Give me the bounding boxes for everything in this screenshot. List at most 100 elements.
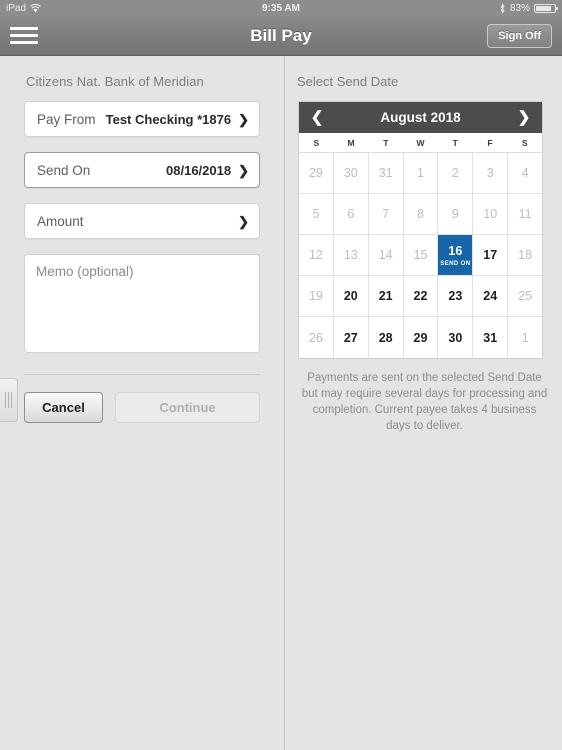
send-on-row[interactable]: Send On 08/16/2018 ❯ xyxy=(24,152,260,188)
form-actions: Cancel Continue xyxy=(0,375,284,423)
calendar-month-label: August 2018 xyxy=(380,110,461,125)
calendar-header: ❮ August 2018 ❯ xyxy=(299,102,542,133)
calendar-day-25: 25 xyxy=(508,276,543,317)
calendar-day-number: 20 xyxy=(343,289,358,303)
pay-from-value: Test Checking *1876 xyxy=(105,111,232,127)
status-bar-left: iPad xyxy=(6,3,41,14)
chevron-left-icon[interactable]: ❮ xyxy=(310,110,324,125)
calendar-day-number: 6 xyxy=(347,207,355,221)
sign-off-button[interactable]: Sign Off xyxy=(487,23,552,48)
calendar-day-number: 13 xyxy=(343,248,358,262)
calendar-day-number: 19 xyxy=(308,289,323,303)
calendar-day-31[interactable]: 31 xyxy=(473,317,509,358)
calendar-day-number: 25 xyxy=(518,289,533,303)
calendar-day-1: 1 xyxy=(508,317,543,358)
chevron-right-icon: ❯ xyxy=(238,162,249,178)
calendar-day-22[interactable]: 22 xyxy=(403,276,439,317)
calendar-day-9: 9 xyxy=(438,194,474,235)
calendar-day-number: 31 xyxy=(483,330,498,345)
calendar-day-number: 7 xyxy=(382,207,390,221)
calendar-day-number: 30 xyxy=(343,166,358,180)
chevron-right-icon: ❯ xyxy=(238,213,249,229)
page-title: Bill Pay xyxy=(250,25,312,45)
calendar-day-23[interactable]: 23 xyxy=(438,276,474,317)
send-on-tag: SEND ON xyxy=(440,260,471,267)
calendar-grid: 29 30 31 1 2 3 4 5 6 7 8 9 10 11 12 13 14 15 16 SEND ON 17 18… xyxy=(299,153,543,358)
battery-icon xyxy=(534,3,558,13)
calendar-day-20[interactable]: 20 xyxy=(333,276,369,317)
app-screen: iPad 9:35 AM 83% Bill Pay Sign Off Citiz… xyxy=(0,0,562,750)
calendar-day-number: 18 xyxy=(518,248,533,262)
calendar-day-2: 2 xyxy=(438,153,474,194)
calendar-week-row: 12 13 14 15 16 SEND ON 17 18 xyxy=(299,235,543,276)
calendar-day-number: 29 xyxy=(308,166,323,180)
calendar-day-number: 31 xyxy=(378,166,393,180)
calendar-week-row: 19 20 21 22 23 24 25 xyxy=(299,276,543,317)
bank-name-label: Citizens Nat. Bank of Meridian xyxy=(26,74,204,89)
calendar-note: Payments are sent on the selected Send D… xyxy=(301,372,548,432)
calendar-week-row: 26 27 28 29 30 31 1 xyxy=(299,317,543,358)
calendar-day-number: 11 xyxy=(518,207,532,221)
weekday-header-0: S xyxy=(313,138,320,148)
continue-button[interactable]: Continue xyxy=(115,392,260,423)
calendar-week-row: 5 6 7 8 9 10 11 xyxy=(299,194,543,235)
calendar-day-31: 31 xyxy=(368,153,404,194)
payment-form-panel: Citizens Nat. Bank of Meridian Pay From … xyxy=(0,56,284,750)
calendar-day-number: 15 xyxy=(413,248,428,262)
calendar-day-number: 12 xyxy=(308,248,323,262)
send-date-panel: Select Send Date ❮ August 2018 ❯ S M T W T F S… xyxy=(285,56,562,750)
hamburger-menu-icon[interactable] xyxy=(10,25,38,47)
calendar: ❮ August 2018 ❯ SMTWTFS 29 30 31 1 2 3 4 5 6 7 8 9 1… xyxy=(298,101,543,359)
chevron-right-icon: ❯ xyxy=(238,111,249,127)
status-bar-right: 83% xyxy=(499,2,558,14)
calendar-day-number: 8 xyxy=(417,207,424,221)
calendar-day-7: 7 xyxy=(368,194,404,235)
calendar-day-29[interactable]: 29 xyxy=(403,317,439,358)
weekday-header-2: T xyxy=(383,138,389,148)
calendar-day-26: 26 xyxy=(299,317,334,358)
weekday-header-5: F xyxy=(487,138,493,148)
bluetooth-icon xyxy=(499,2,506,14)
calendar-day-17[interactable]: 17 xyxy=(473,235,509,276)
calendar-day-4: 4 xyxy=(508,153,543,194)
calendar-day-15: 15 xyxy=(403,235,439,276)
calendar-day-number: 3 xyxy=(486,166,494,180)
status-bar-clock: 9:35 AM xyxy=(262,2,300,14)
calendar-day-number: 2 xyxy=(451,166,459,180)
status-bar: iPad 9:35 AM 83% xyxy=(0,0,562,16)
drag-handle-icon[interactable] xyxy=(0,378,18,422)
calendar-day-number: 16 xyxy=(448,243,463,258)
weekday-header-1: M xyxy=(347,138,355,148)
calendar-day-5: 5 xyxy=(299,194,334,235)
calendar-day-number: 17 xyxy=(483,248,498,262)
wifi-icon xyxy=(30,3,41,13)
calendar-day-24[interactable]: 24 xyxy=(473,276,509,317)
pay-from-row[interactable]: Pay From Test Checking *1876 ❯ xyxy=(24,101,260,137)
calendar-day-number: 26 xyxy=(308,330,323,345)
calendar-day-27[interactable]: 27 xyxy=(333,317,369,358)
calendar-day-number: 23 xyxy=(448,289,463,303)
calendar-day-30[interactable]: 30 xyxy=(438,317,474,358)
calendar-day-number: 5 xyxy=(312,207,320,221)
calendar-day-number: 30 xyxy=(448,330,463,345)
calendar-day-21[interactable]: 21 xyxy=(368,276,404,317)
chevron-right-icon[interactable]: ❯ xyxy=(517,110,531,125)
calendar-day-number: 1 xyxy=(521,330,529,345)
calendar-day-number: 10 xyxy=(483,207,498,221)
calendar-day-6: 6 xyxy=(333,194,369,235)
calendar-day-29: 29 xyxy=(299,153,334,194)
calendar-day-number: 4 xyxy=(521,166,529,180)
send-on-value: 08/16/2018 xyxy=(166,162,232,178)
calendar-day-19: 19 xyxy=(299,276,334,317)
amount-row[interactable]: Amount ❯ xyxy=(24,203,260,239)
calendar-day-28[interactable]: 28 xyxy=(368,317,404,358)
send-on-label: Send On xyxy=(37,162,91,178)
calendar-day-12: 12 xyxy=(299,235,334,276)
calendar-day-number: 27 xyxy=(343,330,358,345)
weekday-header-4: T xyxy=(452,138,458,148)
calendar-day-16[interactable]: 16 SEND ON xyxy=(438,235,474,276)
calendar-day-number: 1 xyxy=(417,166,424,180)
cancel-button[interactable]: Cancel xyxy=(24,392,103,423)
weekday-header-6: S xyxy=(521,138,528,148)
memo-input[interactable]: Memo (optional) xyxy=(24,254,260,353)
